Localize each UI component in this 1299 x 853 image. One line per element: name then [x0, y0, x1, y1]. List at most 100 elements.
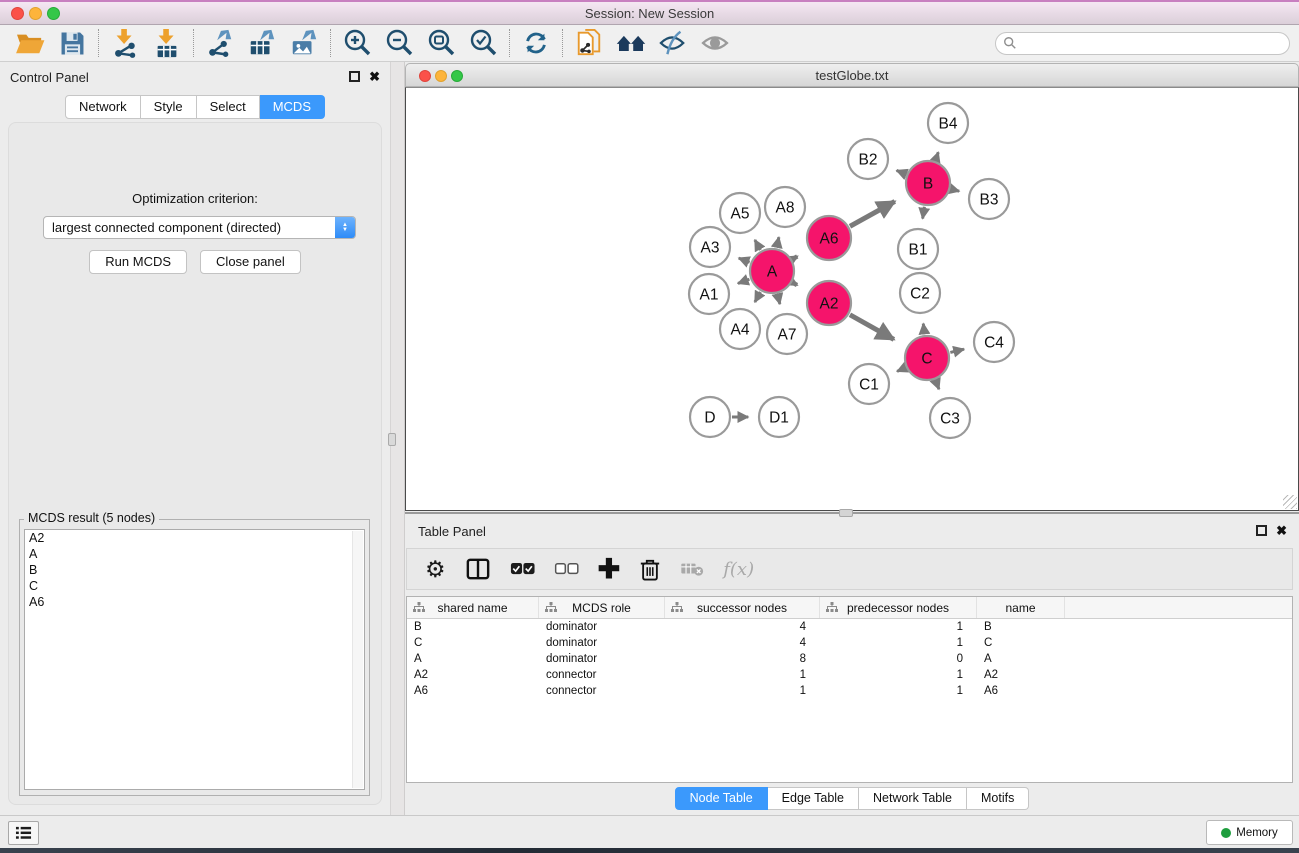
window-resize-grip[interactable]	[1283, 495, 1297, 509]
horizontal-splitter-handle[interactable]	[839, 509, 853, 517]
cell-name[interactable]: A6	[977, 683, 1065, 699]
window-title: Session: New Session	[0, 6, 1299, 21]
hide-graphics-details-button[interactable]	[652, 27, 694, 59]
network-canvas[interactable]: AA1A2A3A4A5A6A7A8BB1B2B3B4CC1C2C3C4DD1	[405, 87, 1299, 511]
clone-network-button[interactable]	[568, 27, 610, 59]
tab-network[interactable]: Network	[65, 95, 141, 119]
column-view-icon[interactable]	[465, 554, 491, 584]
cell-shared-name[interactable]: C	[407, 635, 539, 651]
cell-shared-name[interactable]: A	[407, 651, 539, 667]
column-header-successor-nodes[interactable]: successor nodes	[665, 597, 820, 618]
cell-MCDS-role[interactable]: connector	[539, 667, 665, 683]
cell-shared-name[interactable]: B	[407, 619, 539, 635]
refresh-button[interactable]	[515, 27, 557, 59]
cell-MCDS-role[interactable]: dominator	[539, 635, 665, 651]
column-header-MCDS-role[interactable]: MCDS role	[539, 597, 665, 618]
column-header-shared-name[interactable]: shared name	[407, 597, 539, 618]
cell-successor-nodes[interactable]: 1	[665, 667, 820, 683]
export-network-icon	[205, 28, 235, 58]
edge-B-B1	[923, 207, 925, 219]
mcds-result-item[interactable]: C	[25, 578, 364, 594]
zoom-selected-button[interactable]	[462, 27, 504, 59]
splitter-handle[interactable]	[388, 433, 396, 446]
cell-predecessor-nodes[interactable]: 1	[820, 683, 977, 699]
float-panel-icon[interactable]	[349, 71, 360, 82]
cell-predecessor-nodes[interactable]: 1	[820, 635, 977, 651]
close-table-panel-icon[interactable]: ✖	[1276, 525, 1287, 536]
close-panel-icon[interactable]: ✖	[369, 71, 380, 82]
add-column-icon[interactable]: ✚	[598, 554, 621, 584]
cell-name[interactable]: A2	[977, 667, 1065, 683]
edge-B-B3	[951, 189, 959, 191]
zoom-fit-button[interactable]	[420, 27, 462, 59]
vertical-splitter[interactable]	[390, 62, 405, 815]
select-all-checkboxes-icon[interactable]	[510, 554, 535, 584]
zoom-out-button[interactable]	[378, 27, 420, 59]
tab-mcds[interactable]: MCDS	[260, 95, 325, 119]
delete-column-trash-icon[interactable]	[639, 554, 661, 584]
mcds-result-item[interactable]: A6	[25, 594, 364, 610]
cell-predecessor-nodes[interactable]: 1	[820, 667, 977, 683]
cell-shared-name[interactable]: A6	[407, 683, 539, 699]
cell-shared-name[interactable]: A2	[407, 667, 539, 683]
tab-select[interactable]: Select	[197, 95, 260, 119]
tab-network-table[interactable]: Network Table	[859, 787, 967, 810]
first-neighbors-button[interactable]	[610, 27, 652, 59]
tab-style[interactable]: Style	[141, 95, 197, 119]
tab-edge-table[interactable]: Edge Table	[768, 787, 859, 810]
import-table-button[interactable]	[146, 27, 188, 59]
cell-name[interactable]: C	[977, 635, 1065, 651]
cell-MCDS-role[interactable]: dominator	[539, 619, 665, 635]
table-row[interactable]: A6connector11A6	[407, 683, 1292, 699]
deselect-all-checkboxes-icon[interactable]	[554, 554, 579, 584]
cell-successor-nodes[interactable]: 1	[665, 683, 820, 699]
function-builder-icon: f(x)	[723, 554, 754, 584]
search-input[interactable]	[1017, 36, 1282, 50]
network-window-titlebar[interactable]: testGlobe.txt	[405, 63, 1299, 87]
mcds-result-item[interactable]: A	[25, 546, 364, 562]
cell-MCDS-role[interactable]: connector	[539, 683, 665, 699]
run-mcds-button[interactable]: Run MCDS	[89, 250, 187, 274]
open-file-button[interactable]	[9, 27, 51, 59]
task-history-button[interactable]	[8, 821, 39, 845]
export-network-button[interactable]	[199, 27, 241, 59]
cell-name[interactable]: A	[977, 651, 1065, 667]
cell-successor-nodes[interactable]: 4	[665, 635, 820, 651]
tab-motifs[interactable]: Motifs	[967, 787, 1029, 810]
search-field[interactable]	[995, 32, 1290, 55]
close-panel-button[interactable]: Close panel	[200, 250, 301, 274]
float-table-panel-icon[interactable]	[1256, 525, 1267, 536]
export-image-button[interactable]	[283, 27, 325, 59]
delete-table-icon[interactable]	[680, 554, 704, 584]
memory-button[interactable]: Memory	[1206, 820, 1293, 845]
table-row[interactable]: A2connector11A2	[407, 667, 1292, 683]
birds-eye-view-button[interactable]	[694, 27, 736, 59]
zoom-in-button[interactable]	[336, 27, 378, 59]
mcds-result-item[interactable]: B	[25, 562, 364, 578]
import-network-button[interactable]	[104, 27, 146, 59]
tab-node-table[interactable]: Node Table	[675, 787, 768, 810]
cell-MCDS-role[interactable]: dominator	[539, 651, 665, 667]
cell-predecessor-nodes[interactable]: 1	[820, 619, 977, 635]
node-table[interactable]: shared name MCDS role successor nodesprede…	[406, 596, 1293, 783]
export-table-button[interactable]	[241, 27, 283, 59]
cell-successor-nodes[interactable]: 4	[665, 619, 820, 635]
edge-A-A6	[793, 256, 797, 259]
cell-successor-nodes[interactable]: 8	[665, 651, 820, 667]
list-scrollbar[interactable]	[352, 531, 363, 788]
column-header-label: MCDS role	[572, 601, 631, 615]
column-header-name[interactable]: name	[977, 597, 1065, 618]
table-row[interactable]: Cdominator41C	[407, 635, 1292, 651]
double-home-icon	[615, 30, 647, 56]
column-header-predecessor-nodes[interactable]: predecessor nodes	[820, 597, 977, 618]
table-options-gear-icon[interactable]: ⚙	[425, 554, 446, 584]
cell-name[interactable]: B	[977, 619, 1065, 635]
mcds-result-list[interactable]: A2ABCA6	[24, 529, 365, 790]
save-session-button[interactable]	[51, 27, 93, 59]
criterion-dropdown[interactable]: largest connected component (directed) ▲…	[43, 216, 356, 239]
edge-A-A1	[738, 279, 750, 283]
mcds-result-item[interactable]: A2	[25, 530, 364, 546]
table-row[interactable]: Bdominator41B	[407, 619, 1292, 635]
table-row[interactable]: Adominator80A	[407, 651, 1292, 667]
cell-predecessor-nodes[interactable]: 0	[820, 651, 977, 667]
